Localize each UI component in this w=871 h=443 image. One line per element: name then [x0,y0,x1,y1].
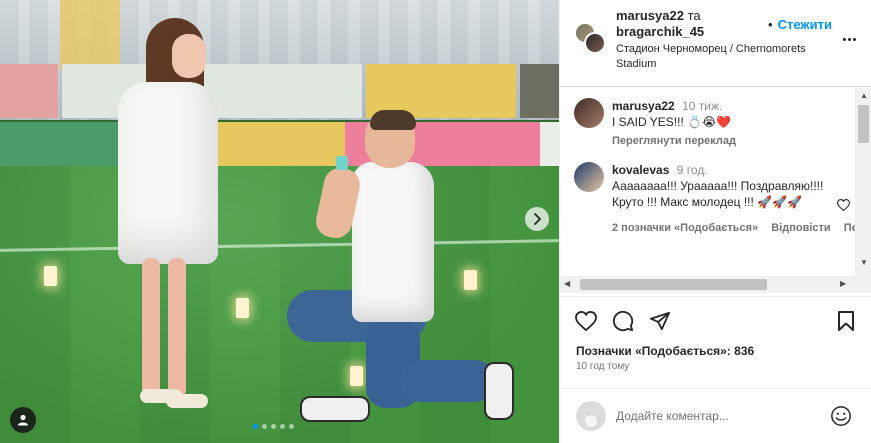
post-actions [560,296,871,346]
save-button[interactable] [834,309,858,333]
location-link[interactable]: Стадион Черноморец / Chernomorets Stadiu… [616,42,816,72]
comment-text: I SAID YES!!! [612,115,684,129]
carousel-dot [289,424,294,429]
avatar[interactable] [584,32,606,54]
collab-usernames: marusya22 та bragarchik_45 [616,8,704,40]
likes-summary[interactable]: Позначки «Подобається»: 836 [576,344,754,358]
avatar[interactable] [574,98,604,128]
chevron-right-icon [534,213,542,225]
carousel-indicators [253,424,294,429]
separator-dot: • [768,17,773,32]
comment-meta: Переглянути переклад [612,133,842,149]
woman-shoe [166,394,208,408]
share-button[interactable] [648,309,672,333]
likes-label[interactable]: Позначки «Подобається»: [576,344,731,358]
woman-leg [168,258,186,398]
follow-button-wrap: • Стежити [768,17,832,32]
bookmark-icon [838,311,854,331]
share-icon [650,311,670,331]
comment-meta: 2 позначки «Подобається» Відповісти Пер [612,220,864,236]
smiley-icon [831,406,851,426]
candle [464,270,477,290]
man-hair [370,110,416,130]
comment-input[interactable] [616,406,816,426]
woman-face [172,34,206,78]
man-sneaker [300,396,370,422]
post-header: marusya22 та bragarchik_45 • Стежити Ста… [560,0,871,87]
comment-username[interactable]: kovalevas [612,163,669,177]
scroll-right-arrow-icon[interactable]: ▶ [840,279,846,288]
scrollbar-thumb[interactable] [580,279,767,290]
user-icon [18,414,28,426]
comments-list[interactable]: marusya22 10 тиж. I SAID YES!!! 💍😭❤️ Пер… [560,88,871,296]
carousel-dot [280,424,285,429]
instagram-post: marusya22 та bragarchik_45 • Стежити Ста… [0,0,871,443]
post-photo[interactable] [0,0,559,443]
add-comment-bar [560,388,871,443]
post-timestamp[interactable]: 10 год тому [576,361,629,372]
tagged-users-button[interactable] [10,407,36,433]
avatar[interactable] [574,162,604,192]
stands-section [60,0,120,70]
collab-avatars[interactable] [574,22,608,56]
carousel-dot [253,424,258,429]
ad-board-7km [200,122,345,166]
comment-icon [612,310,634,332]
scroll-up-arrow-icon[interactable]: ▲ [860,91,868,100]
post-side-panel: marusya22 та bragarchik_45 • Стежити Ста… [559,0,871,443]
comment-emojis: 🚀🚀🚀 [757,195,803,209]
comment-body: marusya22 10 тиж. I SAID YES!!! 💍😭❤️ Пер… [612,98,842,149]
emoji-picker-button[interactable] [829,404,853,428]
carousel-dot [262,424,267,429]
more-options-button[interactable] [838,30,860,48]
carousel-dot [271,424,276,429]
candle [350,366,363,386]
comments-scrollbar-horizontal[interactable]: ◀ ▶ [560,276,871,293]
woman-leg [142,258,160,398]
scroll-left-arrow-icon[interactable]: ◀ [564,279,570,288]
comment-body: kovalevas 9 год. Аааааааа!!! Урааааа!!! … [612,162,864,236]
more-dots-icon [847,37,851,41]
follow-button[interactable]: Стежити [778,17,832,32]
comment-likes-link[interactable]: 2 позначки «Подобається» [612,222,758,234]
comment-username[interactable]: marusya22 [612,99,675,113]
comment-button[interactable] [611,309,635,333]
comments-scrollbar-vertical[interactable]: ▲ ▼ [855,88,871,276]
like-button[interactable] [574,309,598,333]
scroll-down-arrow-icon[interactable]: ▼ [860,258,868,267]
candle [236,298,249,318]
comment-time[interactable]: 9 год. [677,163,708,177]
scrollbar-thumb[interactable] [858,105,869,143]
current-user-avatar [576,401,606,431]
ad-board [520,64,559,118]
more-dots-icon [842,37,846,41]
ad-board [0,64,58,118]
man-white-shirt [352,162,434,322]
man-jeans [400,360,495,402]
woman-white-dress [118,82,218,264]
conjunction-text: та [687,8,701,23]
next-photo-button[interactable] [525,207,549,231]
username-link[interactable]: bragarchik_45 [616,24,704,39]
comment-emojis: 💍😭❤️ [687,115,732,129]
heart-icon [575,311,597,331]
man-sneaker [484,362,514,420]
comment-like-button[interactable] [836,198,850,212]
candle [44,266,57,286]
comment-time[interactable]: 10 тиж. [682,99,722,113]
ad-board [540,122,559,166]
heart-outline-icon [836,199,850,211]
more-dots-icon [852,37,856,41]
likes-count[interactable]: 836 [734,344,754,358]
see-translation-link[interactable]: Переглянути переклад [612,135,736,147]
reply-button[interactable]: Відповісти [771,222,830,234]
username-link[interactable]: marusya22 [616,8,684,23]
ring-box [336,156,348,170]
